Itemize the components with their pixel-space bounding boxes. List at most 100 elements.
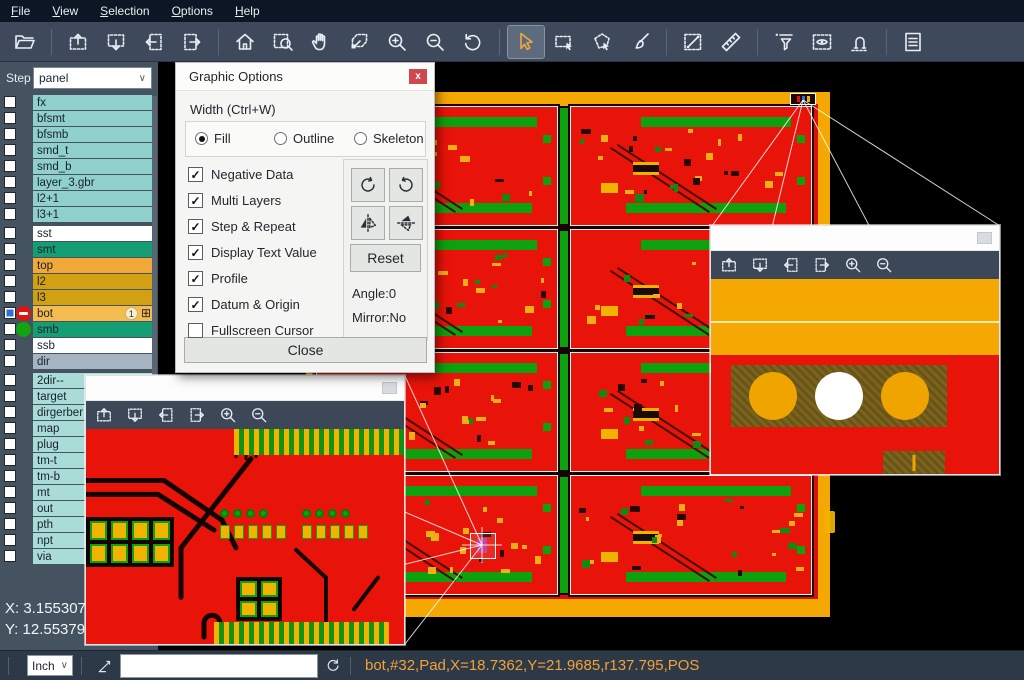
layer-name[interactable]: top (33, 258, 152, 273)
radio-outline[interactable]: Outline (274, 131, 334, 146)
toolbar-zoom-previous-button[interactable] (455, 26, 491, 58)
layer-name[interactable]: dir (33, 354, 152, 369)
toolbar-rect-select-button[interactable] (546, 26, 582, 58)
popup-window-button[interactable] (977, 232, 992, 244)
layer-name[interactable]: sst (33, 226, 152, 241)
magnifier-titlebar[interactable] (86, 376, 404, 401)
layer-name[interactable]: layer_3.gbr (33, 175, 152, 190)
layer-visibility-checkbox[interactable] (4, 243, 16, 255)
layer-visibility-checkbox[interactable] (4, 128, 16, 140)
layer-active-green-dot[interactable] (16, 322, 31, 337)
dialog-titlebar[interactable]: Graphic Options x (176, 63, 434, 91)
layer-visibility-checkbox[interactable] (4, 534, 16, 546)
magnifier-zoom-out-button[interactable] (871, 253, 897, 277)
rotate-ccw-button[interactable] (389, 168, 423, 202)
layer-visibility-checkbox[interactable] (4, 192, 16, 204)
magnifier-view-panel-edge[interactable] (711, 279, 999, 474)
layer-active-red-dot[interactable] (16, 306, 31, 321)
layer-row-l2+1[interactable]: l2+1 (0, 191, 158, 206)
layer-row-smt[interactable]: smt (0, 242, 158, 257)
layer-visibility-checkbox[interactable] (4, 144, 16, 156)
layer-row-top[interactable]: top (0, 258, 158, 273)
menu-item-view[interactable]: View (41, 0, 89, 22)
toolbar-measure-line-button[interactable] (675, 26, 711, 58)
magnifier-zoom-out-button[interactable] (246, 403, 272, 427)
layer-name[interactable]: l2+1 (33, 191, 152, 206)
toolbar-open-folder-button[interactable] (7, 26, 43, 58)
layer-name[interactable]: bfsmb (33, 127, 152, 142)
command-input[interactable] (120, 654, 318, 678)
layer-row-ssb[interactable]: ssb (0, 338, 158, 353)
layer-row-l3[interactable]: l3 (0, 290, 158, 305)
layer-visibility-checkbox[interactable] (4, 438, 16, 450)
layer-visibility-checkbox[interactable] (4, 374, 16, 386)
layer-row-smd_t[interactable]: smd_t (0, 143, 158, 158)
layer-name[interactable]: smd_b (33, 159, 152, 174)
layer-visibility-checkbox[interactable] (4, 307, 16, 319)
checkbox-negative-data[interactable]: ✓Negative Data (188, 167, 293, 182)
layer-visibility-checkbox[interactable] (4, 355, 16, 367)
radio-skeleton[interactable]: Skeleton (354, 131, 424, 146)
layer-name[interactable]: fx (33, 95, 152, 110)
toolbar-zoom-in-button[interactable] (379, 26, 415, 58)
layer-row-smd_b[interactable]: smd_b (0, 159, 158, 174)
layer-visibility-checkbox[interactable] (4, 339, 16, 351)
layer-visibility-checkbox[interactable] (4, 208, 16, 220)
unit-combobox[interactable]: Inch ∨ (27, 655, 73, 676)
magnifier-view-pcb-detail[interactable] (86, 429, 404, 644)
checkbox-datum-origin[interactable]: ✓Datum & Origin (188, 297, 300, 312)
magnifier-move-left-button[interactable] (778, 253, 804, 277)
toolbar-move-up-button[interactable] (60, 26, 96, 58)
layer-name[interactable]: smd_t (33, 143, 152, 158)
layer-row-dir[interactable]: dir (0, 354, 158, 369)
layer-name[interactable]: l3+1 (33, 207, 152, 222)
toolbar-select-cursor-button[interactable] (508, 26, 544, 58)
layer-row-fx[interactable]: fx (0, 95, 158, 110)
layer-row-bot[interactable]: bot1⊞ (0, 306, 158, 321)
layer-visibility-checkbox[interactable] (4, 160, 16, 172)
popup-window-button[interactable] (382, 382, 397, 394)
layer-visibility-checkbox[interactable] (4, 323, 16, 335)
flip-vertical-button[interactable] (389, 206, 423, 240)
layer-name[interactable]: smb (33, 322, 152, 337)
menu-item-help[interactable]: Help (224, 0, 271, 22)
layer-row-sst[interactable]: sst (0, 226, 158, 241)
menu-item-selection[interactable]: Selection (89, 0, 160, 22)
toolbar-report-button[interactable] (895, 26, 931, 58)
toolbar-zoom-window-button[interactable] (265, 26, 301, 58)
angle-measure-icon[interactable] (96, 657, 114, 675)
toolbar-drag-zoom-button[interactable] (341, 26, 377, 58)
checkbox-multi-layers[interactable]: ✓Multi Layers (188, 193, 281, 208)
toolbar-filter-button[interactable] (766, 26, 802, 58)
magnifier-move-left-button[interactable] (153, 403, 179, 427)
checkbox-display-text-value[interactable]: ✓Display Text Value (188, 245, 317, 260)
layer-visibility-checkbox[interactable] (4, 176, 16, 188)
layer-visibility-checkbox[interactable] (4, 550, 16, 562)
menu-item-file[interactable]: File (0, 0, 41, 22)
layer-visibility-checkbox[interactable] (4, 470, 16, 482)
magnifier-move-down-button[interactable] (747, 253, 773, 277)
layer-visibility-checkbox[interactable] (4, 96, 16, 108)
layer-visibility-checkbox[interactable] (4, 112, 16, 124)
layer-visibility-checkbox[interactable] (4, 275, 16, 287)
dialog-close-icon[interactable]: x (409, 69, 427, 84)
magnifier-move-down-button[interactable] (122, 403, 148, 427)
checkbox-fullscreen-cursor[interactable]: Fullscreen Cursor (188, 323, 314, 338)
magnifier-move-right-button[interactable] (184, 403, 210, 427)
toolbar-brush-button[interactable] (622, 26, 658, 58)
layer-visibility-checkbox[interactable] (4, 454, 16, 466)
layer-name[interactable]: smt (33, 242, 152, 257)
layer-visibility-checkbox[interactable] (4, 502, 16, 514)
radio-fill[interactable]: Fill (195, 131, 231, 146)
toolbar-zoom-out-button[interactable] (417, 26, 453, 58)
refresh-icon[interactable] (324, 657, 342, 675)
layer-visibility-checkbox[interactable] (4, 518, 16, 530)
layer-row-bfsmb[interactable]: bfsmb (0, 127, 158, 142)
magnifier-move-up-button[interactable] (91, 403, 117, 427)
layer-visibility-checkbox[interactable] (4, 422, 16, 434)
toolbar-home-button[interactable] (227, 26, 263, 58)
layer-name[interactable]: bot1⊞ (33, 306, 152, 321)
checkbox-profile[interactable]: ✓Profile (188, 271, 248, 286)
layer-name[interactable]: l2 (33, 274, 152, 289)
toolbar-ruler-button[interactable] (713, 26, 749, 58)
